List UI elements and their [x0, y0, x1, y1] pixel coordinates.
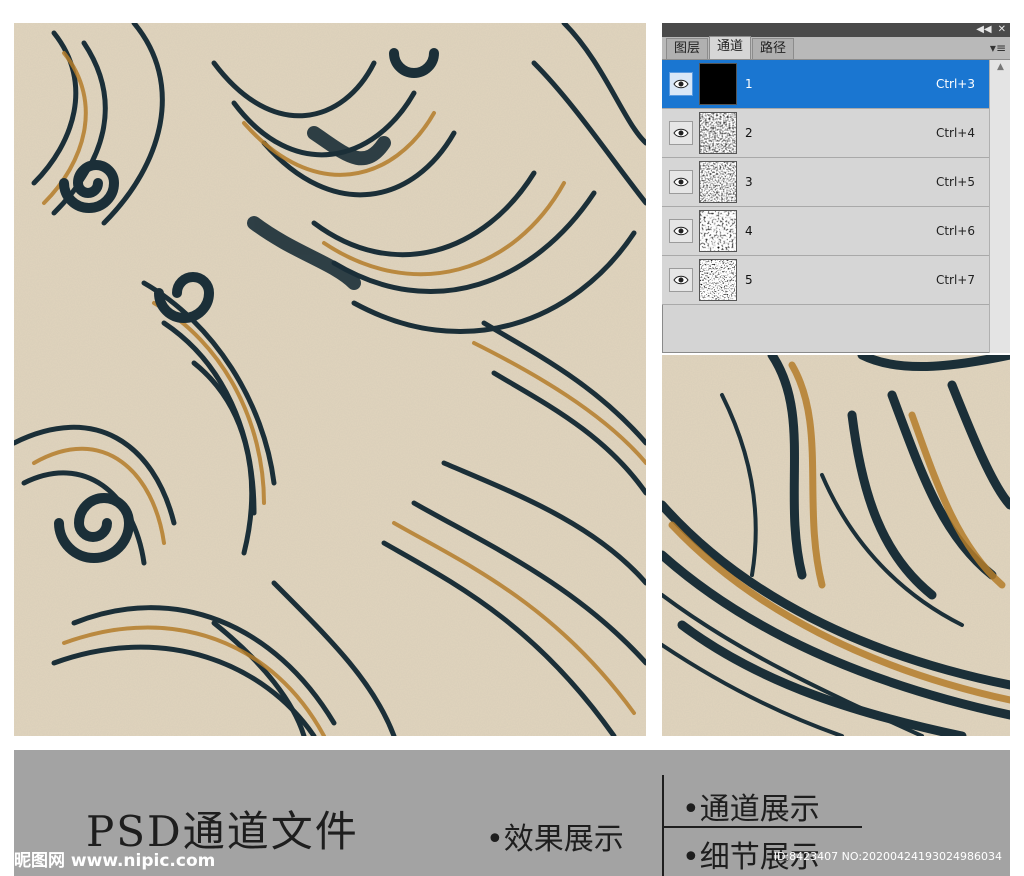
channel-shortcut: Ctrl+7: [935, 273, 975, 287]
image-id: ID:8423407 NO:20200424193024986034: [773, 850, 1002, 863]
eye-icon[interactable]: [669, 121, 693, 145]
panel-menu-icon[interactable]: ▾≡: [990, 41, 1006, 55]
channel-row-4[interactable]: 4 Ctrl+6: [662, 207, 989, 256]
channel-shortcut: Ctrl+3: [935, 77, 975, 91]
channel-row-3[interactable]: 3 Ctrl+5: [662, 158, 989, 207]
channel-thumbnail: [699, 63, 737, 105]
channel-row-5[interactable]: 5 Ctrl+7: [662, 256, 989, 305]
channel-thumbnail: [699, 161, 737, 203]
channels-panel: ◀◀ ✕ 图层 通道 路径 ▾≡ 1 Ctrl+3 2 Ctrl+4 3 Ctr…: [662, 23, 1010, 353]
description-banner: PSD通道文件 •效果展示 •通道展示 •细节展示 昵图网 www.nipic.…: [14, 750, 1010, 876]
tab-channels[interactable]: 通道: [709, 36, 752, 59]
panel-title-bar: ◀◀ ✕: [662, 23, 1010, 37]
channel-scrollbar[interactable]: ▲: [989, 60, 1010, 353]
channel-shortcut: Ctrl+5: [935, 175, 975, 189]
channel-name: 1: [745, 77, 753, 91]
double-chevron-icon[interactable]: ◀◀: [976, 23, 991, 37]
channel-thumbnail: [699, 259, 737, 301]
channel-label: •通道展示: [682, 792, 820, 827]
channel-list: 1 Ctrl+3 2 Ctrl+4 3 Ctrl+5 4 Ctrl+6 5 Ct…: [662, 60, 989, 305]
eye-icon[interactable]: [669, 170, 693, 194]
eye-icon[interactable]: [669, 268, 693, 292]
channel-name: 4: [745, 224, 753, 238]
detail-pattern-art: [662, 355, 1010, 736]
panel-tabs: 图层 通道 路径 ▾≡: [662, 36, 1010, 60]
channel-name: 5: [745, 273, 753, 287]
channel-shortcut: Ctrl+6: [935, 224, 975, 238]
eye-icon[interactable]: [669, 72, 693, 96]
eye-icon[interactable]: [669, 219, 693, 243]
tab-paths[interactable]: 路径: [752, 38, 795, 59]
detail-preview: [662, 355, 1010, 736]
channel-row-1[interactable]: 1 Ctrl+3: [662, 60, 989, 109]
channel-thumbnail: [699, 112, 737, 154]
tab-layers[interactable]: 图层: [666, 38, 709, 59]
effect-label: •效果展示: [486, 822, 624, 857]
channel-name: 3: [745, 175, 753, 189]
pattern-preview: [14, 23, 646, 736]
site-watermark: 昵图网 www.nipic.com: [14, 851, 216, 871]
channel-row-2[interactable]: 2 Ctrl+4: [662, 109, 989, 158]
channel-thumbnail: [699, 210, 737, 252]
channel-shortcut: Ctrl+4: [935, 126, 975, 140]
close-icon[interactable]: ✕: [998, 23, 1006, 37]
scroll-up-icon[interactable]: ▲: [990, 60, 1010, 74]
swirl-pattern-art: [14, 23, 646, 736]
channel-name: 2: [745, 126, 753, 140]
